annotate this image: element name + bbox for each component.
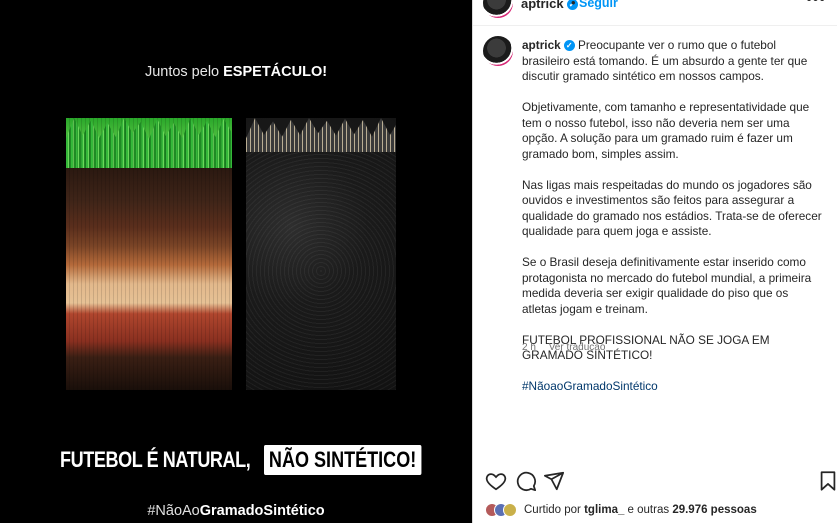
caption-paragraph-3: Nas ligas mais respeitadas do mundo os j…	[522, 177, 822, 239]
likes-summary: Curtido por tglima_ e outras 29.976 pess…	[485, 500, 757, 520]
verified-badge-icon: ✓	[563, 40, 575, 52]
post-time[interactable]: 2 h	[522, 342, 536, 353]
liker-avatar[interactable]	[503, 503, 517, 517]
image-top-text: Juntos pelo ESPETÁCULO!	[0, 64, 472, 80]
post-caption: aptrick ✓ Preocupante ver o rumo que o fu…	[522, 38, 824, 410]
likes-count[interactable]: 29.976 pessoas	[672, 504, 756, 516]
header-separator: •	[571, 0, 576, 10]
caption-paragraph-4: Se o Brasil deseja definitivamente estar…	[522, 255, 812, 316]
natural-grass-soil-illustration	[66, 118, 232, 390]
caption-paragraph-1: aptrick ✓ Preocupante ver o rumo que o fu…	[522, 38, 824, 85]
caption-avatar[interactable]	[483, 36, 513, 66]
post-details-panel: aptrick✓ • Seguir ••• aptrick✓ Preocupan…	[472, 0, 837, 523]
comment-icon[interactable]	[515, 470, 537, 492]
image-hashtag-plain: #NãoAo	[147, 503, 200, 519]
liker-username[interactable]: tglima_	[584, 504, 624, 516]
likes-text: Curtido por tglima_ e outras 29.976 pess…	[524, 504, 757, 516]
likes-middle: e outras	[624, 504, 673, 516]
headline-part-natural: FUTEBOL É NATURAL,	[60, 447, 251, 472]
caption-hashtag-link[interactable]: #NãoaoGramadoSintético	[522, 379, 658, 393]
follow-button[interactable]: Seguir	[579, 0, 618, 10]
share-send-icon[interactable]	[543, 470, 565, 492]
header-avatar[interactable]	[483, 0, 513, 18]
headline-part-synthetic: NÃO SINTÉTICO!	[264, 445, 422, 475]
image-top-text-bold: ESPETÁCULO!	[223, 64, 328, 80]
image-top-text-plain: Juntos pelo	[144, 64, 224, 80]
image-hashtag-bold: GramadoSintético	[199, 503, 325, 519]
action-bar	[473, 470, 837, 494]
green-grass-layer	[66, 118, 232, 168]
save-bookmark-icon[interactable]	[817, 470, 837, 492]
caption-paragraph-2: Objetivamente, com tamanho e representat…	[522, 100, 810, 161]
caption-username[interactable]: aptrick ✓	[522, 38, 575, 52]
likes-prefix: Curtido por	[524, 504, 585, 516]
caption-meta: 2 h Ver tradução	[522, 342, 615, 353]
post-header: aptrick✓ • Seguir •••	[473, 0, 837, 26]
synthetic-soil-illustration	[246, 118, 396, 390]
like-heart-icon[interactable]	[485, 470, 507, 492]
header-username-text[interactable]: aptrick	[521, 0, 564, 11]
see-translation-link[interactable]: Ver tradução	[549, 342, 606, 353]
image-hashtag: #NãoAoGramadoSintético	[0, 503, 472, 519]
header-username[interactable]: aptrick ✓	[521, 0, 578, 11]
image-headline: FUTEBOL É NATURAL, NÃO SINTÉTICO!	[60, 443, 456, 477]
more-options-icon[interactable]: •••	[806, 0, 826, 9]
caption-username-text[interactable]: aptrick	[522, 38, 561, 52]
post-image[interactable]: Juntos pelo ESPETÁCULO! FUTEBOL É NATURA…	[0, 0, 472, 523]
